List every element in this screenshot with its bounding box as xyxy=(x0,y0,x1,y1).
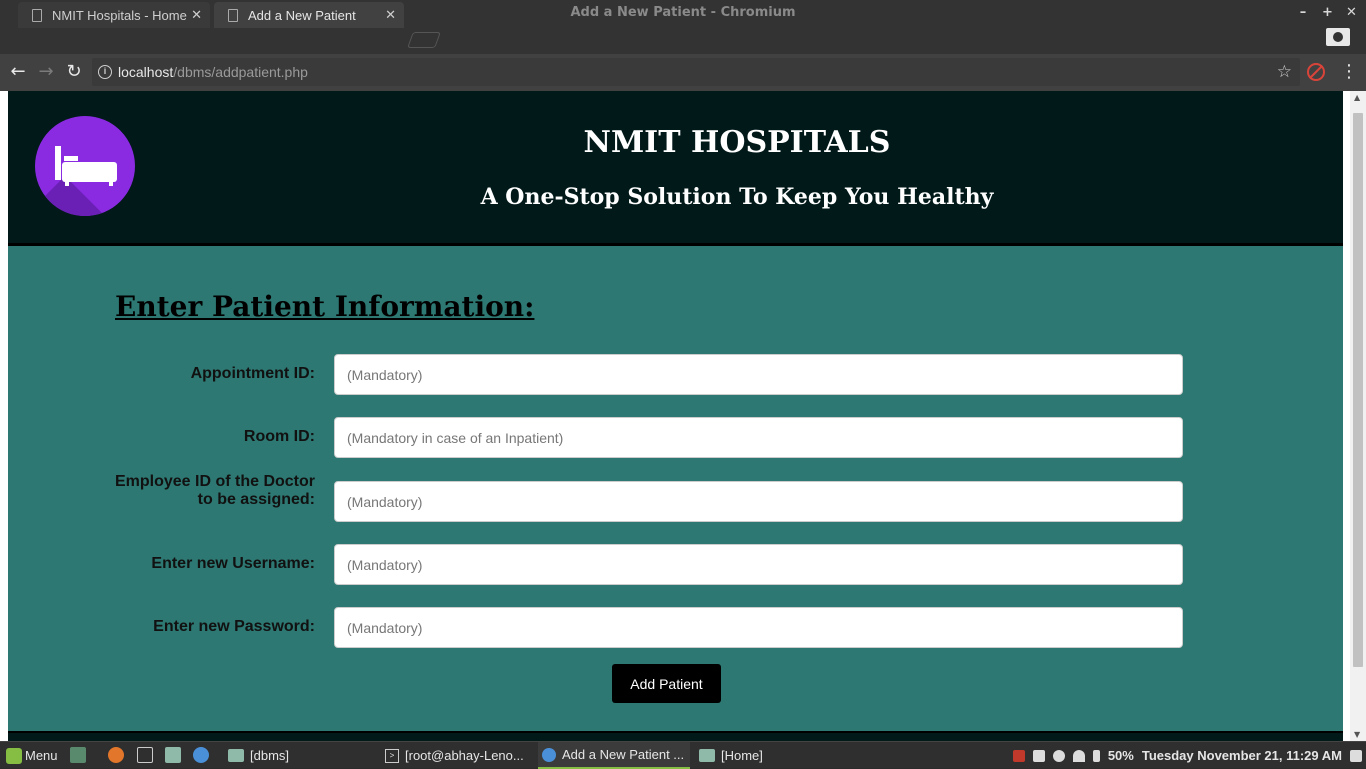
appointment-id-row: Appointment ID: xyxy=(8,354,1343,395)
user-icon[interactable] xyxy=(1052,749,1065,762)
tab-close-icon[interactable]: ✕ xyxy=(385,7,396,23)
username-input[interactable] xyxy=(334,544,1183,585)
appointment-id-input[interactable] xyxy=(334,354,1183,395)
reload-icon[interactable]: ↻ xyxy=(64,62,84,82)
password-row: Enter new Password: xyxy=(8,607,1343,648)
close-window-button[interactable]: ✕ xyxy=(1346,0,1357,26)
doctor-id-row: Employee ID of the Doctor to be assigned… xyxy=(8,473,1343,522)
chromium-launcher-icon[interactable] xyxy=(193,747,209,763)
menu-label: Menu xyxy=(25,748,58,763)
doctor-id-label: Employee ID of the Doctor to be assigned… xyxy=(114,473,315,508)
patient-form-section: Enter Patient Information: Appointment I… xyxy=(8,246,1343,731)
folder-icon xyxy=(699,749,715,762)
taskbar-window-dbms[interactable]: [dbms] xyxy=(228,742,289,769)
window-label: [Home] xyxy=(721,748,763,763)
scroll-up-arrow-icon[interactable]: ▲ xyxy=(1354,93,1360,102)
tab-close-icon[interactable]: ✕ xyxy=(191,7,202,23)
wifi-icon[interactable] xyxy=(1072,749,1085,762)
scroll-down-arrow-icon[interactable]: ▼ xyxy=(1354,730,1360,739)
url-text: localhost/dbms/addpatient.php xyxy=(118,58,308,86)
terminal-icon: > xyxy=(385,748,399,763)
window-controls: – + ✕ xyxy=(1298,0,1357,26)
taskbar-window-terminal[interactable]: > [root@abhay-Leno... xyxy=(385,742,524,769)
window-label: [root@abhay-Leno... xyxy=(405,748,524,763)
terminal-launcher-icon[interactable] xyxy=(137,747,153,763)
shield-icon[interactable] xyxy=(1012,749,1025,762)
tab-strip xyxy=(0,26,1366,54)
site-title: NMIT HOSPITALS xyxy=(583,125,891,160)
form-heading: Enter Patient Information: xyxy=(115,290,535,323)
browser-menu-icon[interactable]: ⋮ xyxy=(1340,62,1358,82)
username-row: Enter new Username: xyxy=(8,544,1343,585)
files-launcher-icon[interactable] xyxy=(165,747,181,763)
url-path: /dbms/addpatient.php xyxy=(173,64,308,80)
folder-icon xyxy=(228,749,244,762)
room-id-row: Room ID: xyxy=(8,417,1343,458)
os-taskbar: Menu [dbms] > [root@abhay-Leno... Add a … xyxy=(0,741,1366,769)
battery-level: 50% xyxy=(1107,748,1134,763)
password-input[interactable] xyxy=(334,607,1183,648)
password-label: Enter new Password: xyxy=(153,618,315,635)
window-label: [dbms] xyxy=(250,748,290,763)
tab-add-patient[interactable]: Add a New Patient ✕ xyxy=(214,2,404,28)
volume-icon[interactable] xyxy=(1350,749,1362,762)
bookmark-star-icon[interactable]: ☆ xyxy=(1277,58,1292,86)
forward-icon[interactable]: → xyxy=(36,62,56,82)
scroll-thumb[interactable] xyxy=(1353,113,1363,667)
chromium-icon xyxy=(542,747,556,762)
firefox-icon[interactable] xyxy=(108,747,124,763)
room-id-input[interactable] xyxy=(334,417,1183,458)
mint-logo-icon xyxy=(6,747,22,764)
site-tagline: A One-Stop Solution To Keep You Healthy xyxy=(480,184,994,210)
battery-icon[interactable] xyxy=(1092,749,1100,762)
show-desktop-icon[interactable] xyxy=(70,747,86,763)
window-title: Add a New Patient - Chromium xyxy=(570,5,796,20)
url-host: localhost xyxy=(118,64,174,80)
tab-label: Add a New Patient xyxy=(248,7,356,23)
site-info-icon[interactable]: i xyxy=(98,65,112,79)
back-icon[interactable]: ← xyxy=(8,62,28,82)
add-patient-button[interactable]: Add Patient xyxy=(612,664,721,703)
appointment-id-label: Appointment ID: xyxy=(190,365,315,382)
clock[interactable]: Tuesday November 21, 11:29 AM xyxy=(1142,748,1342,763)
doctor-id-input[interactable] xyxy=(334,481,1183,522)
avatar xyxy=(1333,32,1343,42)
page-scrollbar[interactable]: ▲ ▼ xyxy=(1350,91,1366,741)
page-icon xyxy=(32,8,42,22)
site-footer xyxy=(8,731,1343,741)
taskbar-window-home[interactable]: [Home] xyxy=(699,742,763,769)
room-id-label: Room ID: xyxy=(243,428,315,445)
minimize-button[interactable]: – xyxy=(1298,0,1308,26)
page-viewport: NMIT HOSPITALS A One-Stop Solution To Ke… xyxy=(0,91,1366,741)
site-header: NMIT HOSPITALS A One-Stop Solution To Ke… xyxy=(8,91,1343,246)
tab-nmit-home[interactable]: NMIT Hospitals - Home ✕ xyxy=(18,2,210,28)
profile-icon[interactable] xyxy=(1326,28,1350,46)
extension-blocked-icon[interactable] xyxy=(1307,63,1325,81)
address-bar[interactable]: i localhost/dbms/addpatient.php ☆ xyxy=(92,58,1300,86)
start-menu-button[interactable]: Menu xyxy=(6,742,58,769)
maximize-button[interactable]: + xyxy=(1322,0,1333,26)
browser-toolbar: ← → ↻ i localhost/dbms/addpatient.php ☆ xyxy=(0,54,1366,91)
bed-mattress xyxy=(62,162,117,182)
username-label: Enter new Username: xyxy=(151,555,315,572)
window-label: Add a New Patient ... xyxy=(562,747,685,762)
system-tray: 50% Tuesday November 21, 11:29 AM xyxy=(1012,742,1362,769)
new-tab-button[interactable] xyxy=(407,32,441,48)
tab-label: NMIT Hospitals - Home xyxy=(52,7,187,23)
taskbar-window-chromium[interactable]: Add a New Patient ... xyxy=(538,742,690,769)
page-icon xyxy=(228,8,238,22)
bluetooth-icon[interactable] xyxy=(1032,749,1045,762)
